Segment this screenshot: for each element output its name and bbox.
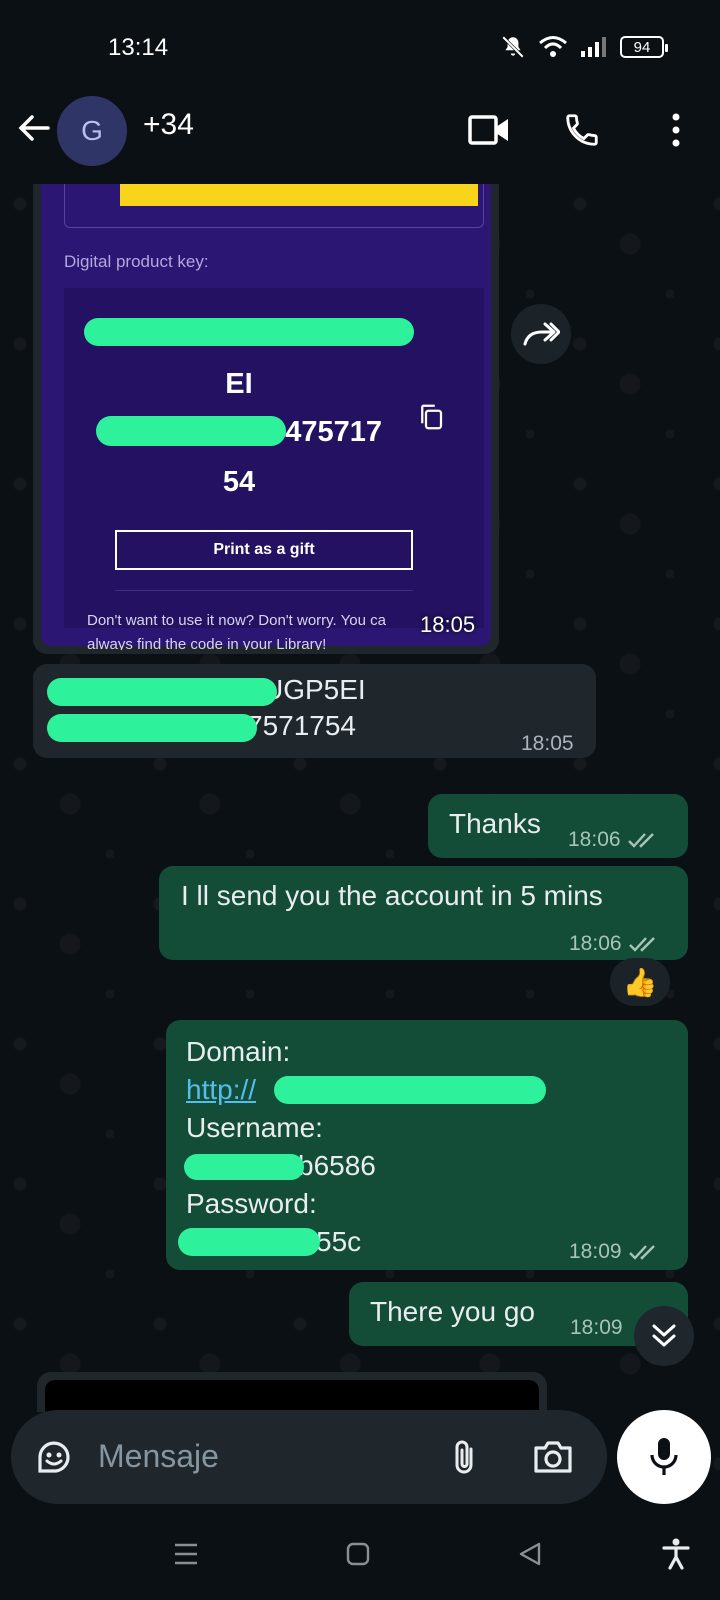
key-footer-clip: always find the code in your Library! xyxy=(40,636,490,650)
key-label: Digital product key: xyxy=(64,252,209,271)
attach-icon[interactable] xyxy=(441,1434,487,1480)
domain-label: Domain: xyxy=(186,1036,291,1067)
redaction-mark xyxy=(274,1076,546,1104)
message-timestamp: 18:09 xyxy=(569,1240,622,1263)
double-check-icon xyxy=(628,1245,655,1260)
mic-button[interactable] xyxy=(617,1410,711,1504)
outgoing-message[interactable]: Domain: http:// Username: b6586 Password… xyxy=(166,1020,688,1270)
message-meta: 18:06 xyxy=(569,928,660,960)
password-label: Password: xyxy=(186,1188,317,1219)
key-footer-text: Don't want to use it now? Don't worry. Y… xyxy=(87,612,386,629)
forward-button[interactable] xyxy=(511,304,571,364)
message-text: I ll send you the account in 5 mins xyxy=(181,880,603,911)
message-timestamp: 18:09 xyxy=(570,1316,623,1339)
message-line: 7571754 xyxy=(247,710,357,741)
message-text: There you go xyxy=(370,1296,535,1327)
forward-icon xyxy=(523,322,560,346)
microphone-icon xyxy=(650,1438,678,1475)
redaction-mark xyxy=(96,416,286,446)
message-timestamp: 18:06 xyxy=(568,828,621,851)
double-chevron-down-icon xyxy=(652,1324,676,1347)
key-box: EI 475717 54 Print as a gift xyxy=(64,288,484,628)
outgoing-message[interactable]: Thanks 18:06 xyxy=(428,794,688,858)
incoming-message[interactable]: UGP5EI 7571754 18:05 xyxy=(33,664,596,758)
input-placeholder: Mensaje xyxy=(98,1438,219,1474)
home-icon[interactable] xyxy=(338,1534,378,1574)
double-check-icon xyxy=(627,833,654,848)
phone-call-icon[interactable] xyxy=(558,106,606,154)
avatar[interactable]: G xyxy=(57,96,127,166)
message-timestamp: 18:05 xyxy=(521,732,574,755)
recents-icon[interactable] xyxy=(166,1534,206,1574)
copy-icon xyxy=(421,404,443,430)
avatar-letter: G xyxy=(81,115,103,146)
image-message[interactable]: Digital product key: EI 475717 54 Print … xyxy=(33,184,499,654)
print-gift-label: Print as a gift xyxy=(213,541,315,558)
reaction-badge[interactable]: 👍 xyxy=(610,958,670,1006)
message-timestamp: 18:06 xyxy=(569,932,622,955)
back-nav-icon[interactable] xyxy=(510,1534,550,1574)
wifi-icon xyxy=(539,36,567,57)
key-footer-text-2: always find the code in your Library! xyxy=(87,636,327,650)
password-value: 55c xyxy=(316,1226,362,1257)
claim-frame xyxy=(64,184,484,228)
more-options-icon[interactable] xyxy=(652,106,700,154)
signal-icon xyxy=(581,37,606,57)
domain-link[interactable]: http:// xyxy=(186,1074,256,1106)
thumbs-up-icon: 👍 xyxy=(622,966,658,998)
message-meta: 18:09 xyxy=(570,1312,623,1344)
redaction-mark xyxy=(84,318,414,346)
print-gift-button: Print as a gift xyxy=(115,530,413,570)
status-time: 13:14 xyxy=(108,34,169,61)
contact-name[interactable]: +34 xyxy=(143,108,194,142)
chat-header: G +34 xyxy=(0,86,720,229)
username-value: b6586 xyxy=(298,1150,376,1181)
key-line: EI xyxy=(225,368,253,400)
double-check-icon xyxy=(628,937,655,952)
scroll-to-bottom-button[interactable] xyxy=(634,1306,694,1366)
redaction-mark xyxy=(178,1228,320,1256)
battery-icon: 94 xyxy=(620,36,668,58)
redaction-mark xyxy=(47,678,277,706)
message-line: UGP5EI xyxy=(263,674,366,705)
redaction-mark xyxy=(184,1154,304,1180)
product-key-screenshot: Digital product key: EI 475717 54 Print … xyxy=(41,184,491,646)
back-arrow-icon[interactable] xyxy=(14,108,54,148)
status-bar: 13:14 94 xyxy=(0,0,720,86)
video-call-icon[interactable] xyxy=(465,106,513,154)
system-nav-bar xyxy=(0,1510,720,1600)
outgoing-message[interactable]: I ll send you the account in 5 mins 18:0… xyxy=(159,866,688,960)
status-icons: 94 xyxy=(500,34,668,60)
divider xyxy=(115,590,413,591)
image-timestamp: 18:05 xyxy=(420,612,476,637)
message-meta: 18:09 xyxy=(569,1236,660,1268)
message-input[interactable]: Mensaje xyxy=(11,1410,607,1504)
accessibility-icon[interactable] xyxy=(656,1534,696,1574)
message-meta: 18:06 xyxy=(568,824,659,856)
composer: Mensaje xyxy=(0,1392,720,1510)
redaction-mark xyxy=(47,714,257,742)
camera-icon[interactable] xyxy=(530,1434,576,1480)
key-line: 54 xyxy=(222,466,256,498)
sticker-icon[interactable] xyxy=(31,1434,77,1480)
battery-level: 94 xyxy=(633,38,651,56)
username-label: Username: xyxy=(186,1112,323,1143)
message-text: Thanks xyxy=(449,808,541,839)
mute-bell-icon xyxy=(502,36,524,58)
